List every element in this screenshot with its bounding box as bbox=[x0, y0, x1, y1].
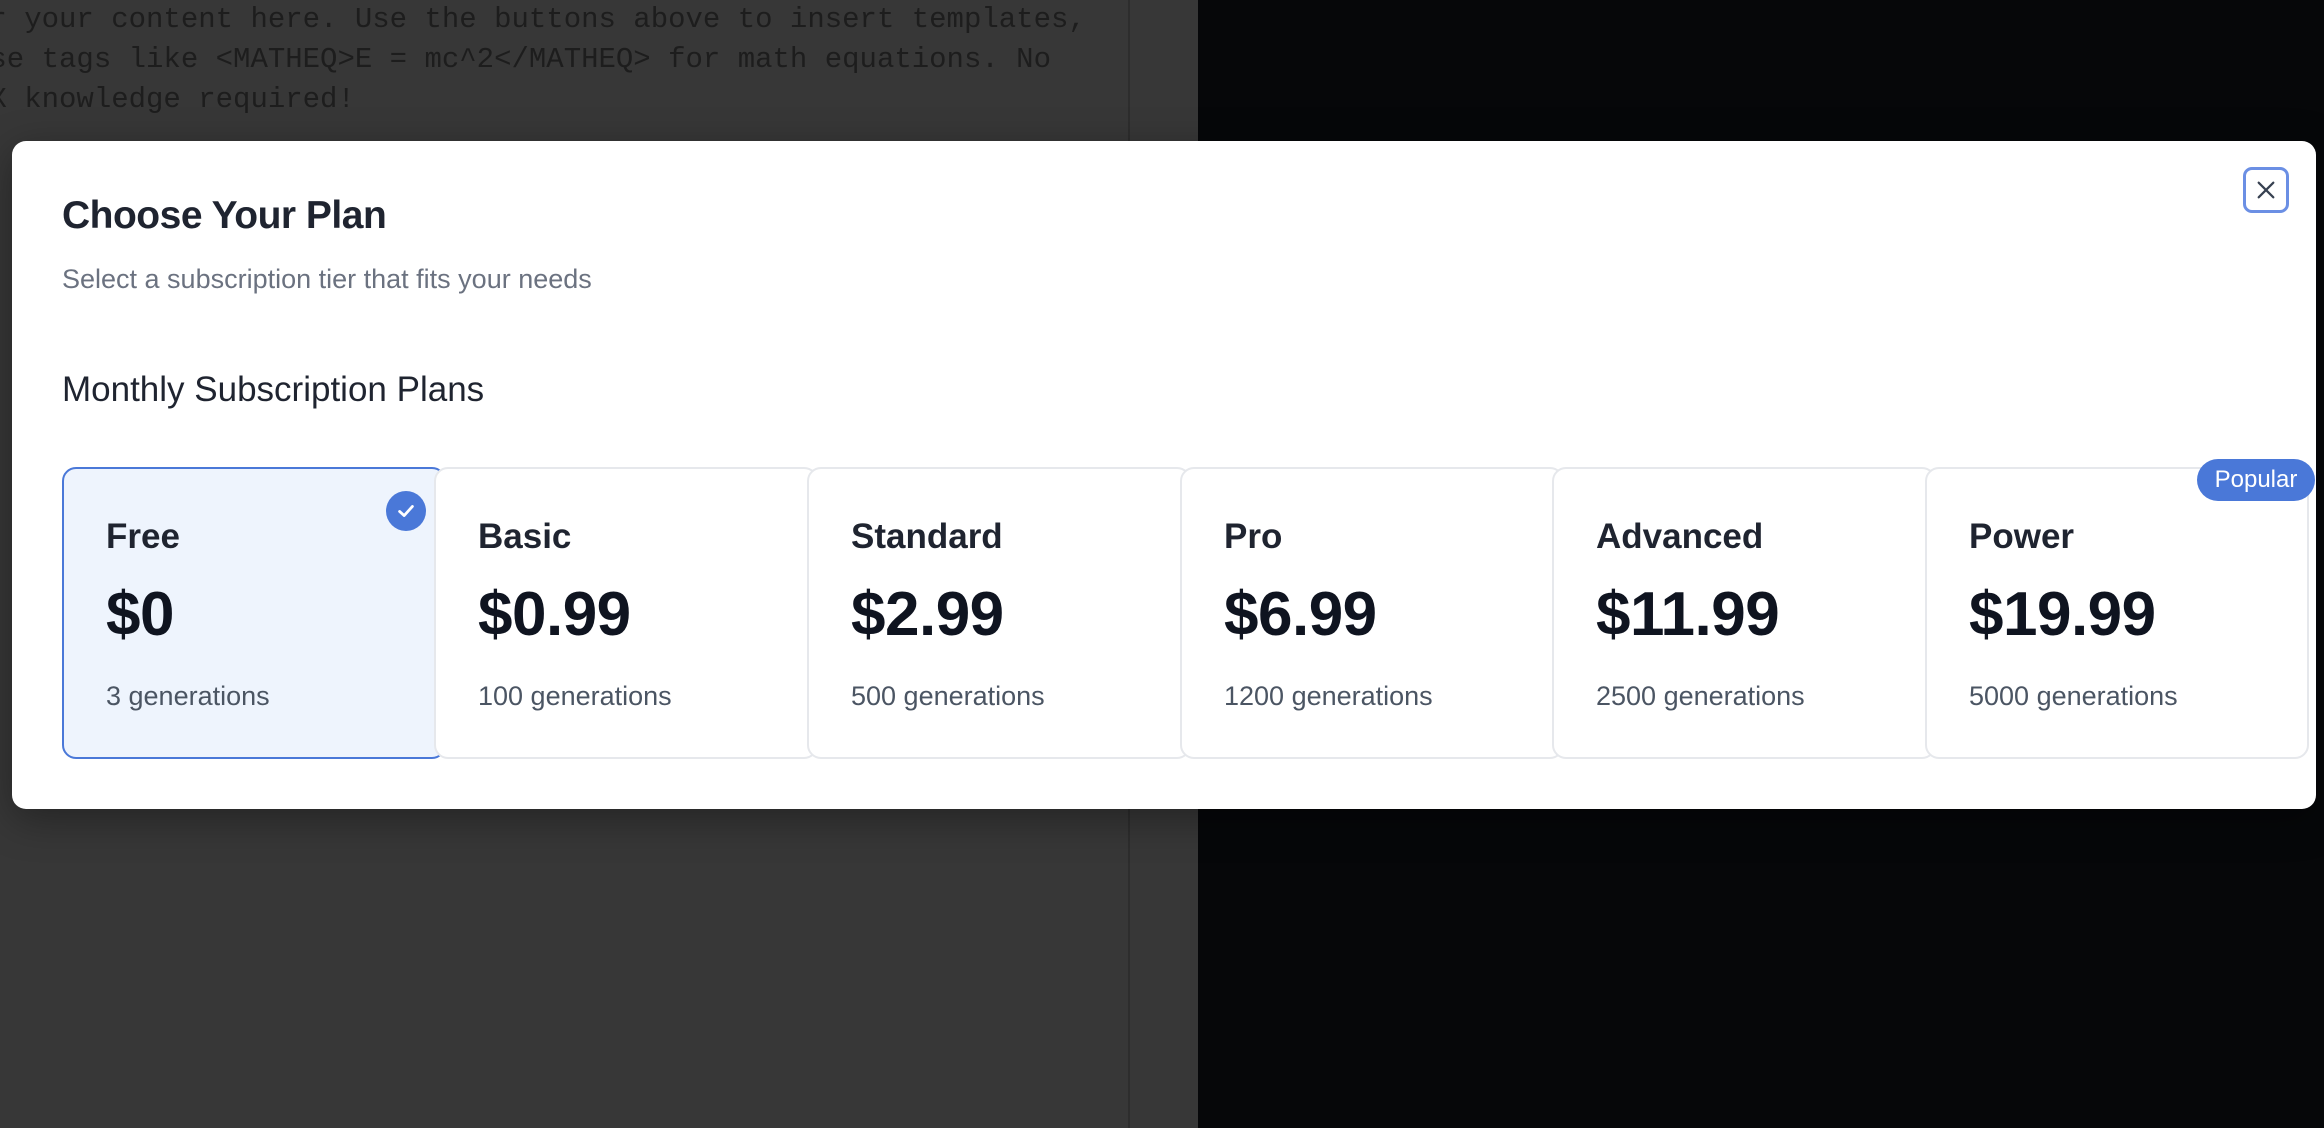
plan-generations: 1200 generations bbox=[1224, 681, 1433, 711]
plan-card-standard[interactable]: Standard $2.99 500 generations bbox=[807, 467, 1191, 759]
plan-generations: 500 generations bbox=[851, 681, 1045, 711]
plan-name: Pro bbox=[1224, 517, 1283, 556]
plan-generations: 100 generations bbox=[478, 681, 672, 711]
plan-card-free[interactable]: Free $0 3 generations bbox=[62, 467, 446, 759]
plan-generations: 2500 generations bbox=[1596, 681, 1805, 711]
modal-subtitle: Select a subscription tier that fits you… bbox=[62, 264, 592, 294]
plan-card-pro[interactable]: Pro $6.99 1200 generations bbox=[1180, 467, 1564, 759]
plan-price: $6.99 bbox=[1224, 580, 1377, 649]
plan-name: Standard bbox=[851, 517, 1003, 556]
plan-name: Power bbox=[1969, 517, 2075, 556]
plan-price: $19.99 bbox=[1969, 580, 2156, 649]
plan-name: Advanced bbox=[1596, 517, 1764, 556]
plan-generations: 3 generations bbox=[106, 681, 270, 711]
plan-price: $0.99 bbox=[478, 580, 631, 649]
editor-line: eX knowledge required! bbox=[0, 83, 355, 116]
plan-name: Basic bbox=[478, 517, 572, 556]
plan-price: $0 bbox=[106, 580, 174, 649]
plan-card-power[interactable]: Power $19.99 5000 generations bbox=[1925, 467, 2309, 759]
plan-name: Free bbox=[106, 517, 180, 556]
editor-line: er your content here. Use the buttons ab… bbox=[0, 3, 1086, 36]
close-icon bbox=[2257, 181, 2275, 199]
plan-generations: 5000 generations bbox=[1969, 681, 2178, 711]
editor-text: er your content here. Use the buttons ab… bbox=[0, 0, 1132, 120]
editor-line: use tags like <MATHEQ>E = mc^2</MATHEQ> … bbox=[0, 43, 1051, 76]
plan-price: $11.99 bbox=[1596, 580, 1780, 649]
plan-card-advanced[interactable]: Advanced $11.99 2500 generations bbox=[1552, 467, 1936, 759]
popular-badge: Popular bbox=[2197, 459, 2315, 501]
plan-list: Free $0 3 generations Basic $0.99 100 ge… bbox=[62, 467, 2312, 759]
section-title: Monthly Subscription Plans bbox=[62, 370, 485, 409]
close-button[interactable] bbox=[2243, 167, 2289, 213]
modal-title: Choose Your Plan bbox=[62, 194, 387, 237]
selected-check-icon bbox=[386, 491, 426, 531]
plan-price: $2.99 bbox=[851, 580, 1004, 649]
plan-card-basic[interactable]: Basic $0.99 100 generations bbox=[434, 467, 818, 759]
